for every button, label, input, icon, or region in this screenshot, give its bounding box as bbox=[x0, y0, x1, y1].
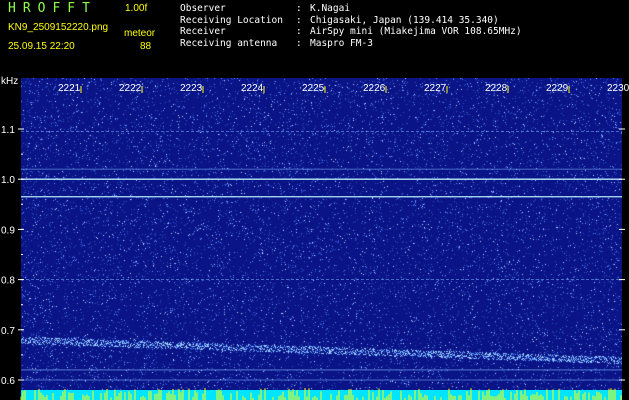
y-axis-label: kHz bbox=[1, 76, 18, 87]
x-tick-label: 2224 bbox=[241, 83, 264, 94]
x-tick-label: 2228 bbox=[485, 83, 508, 94]
x-tick-label: 2225 bbox=[302, 83, 325, 94]
x-tick-label: 2229 bbox=[546, 83, 569, 94]
x-tick-label: 2230 bbox=[607, 83, 629, 94]
x-tick-label: 2226 bbox=[363, 83, 386, 94]
x-tick-label: 2221 bbox=[58, 83, 81, 94]
x-tick-label: 2222 bbox=[119, 83, 142, 94]
y-tick-label: 0.6 bbox=[1, 376, 15, 387]
spectrogram-overlay: kHz 1.1 1.0 0.9 0.8 0.7 0.6 2221 2222 2223 2224 222… bbox=[1, 76, 629, 400]
y-tick-label: 1.0 bbox=[1, 175, 15, 186]
y-tick-label: 0.8 bbox=[1, 276, 15, 287]
y-tick-label: 0.9 bbox=[1, 225, 15, 236]
y-tick-label: 0.7 bbox=[1, 326, 15, 337]
x-tick-label: 2227 bbox=[424, 83, 447, 94]
y-tick-label: 1.1 bbox=[1, 125, 15, 136]
x-tick-label: 2223 bbox=[180, 83, 203, 94]
